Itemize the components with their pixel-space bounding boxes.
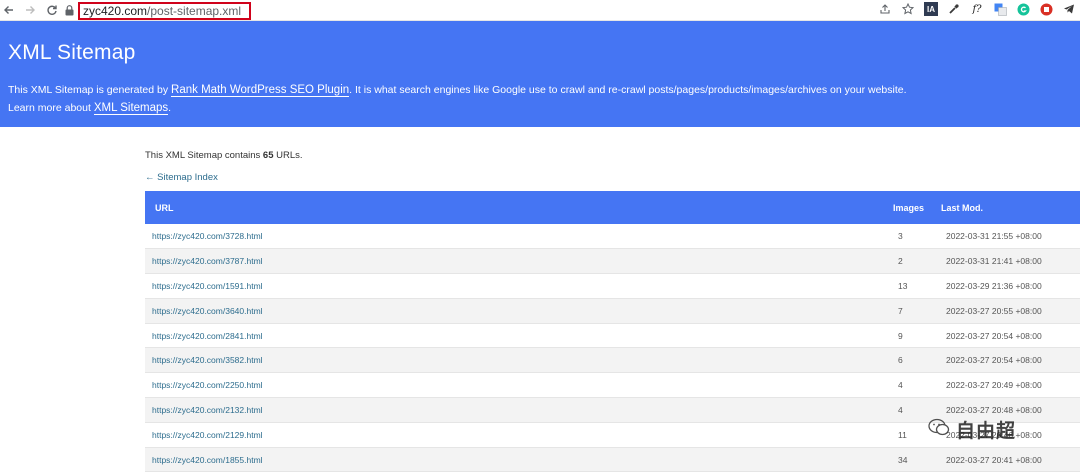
table-row: https://zyc420.com/3582.html 6 2022-03-2… <box>145 347 1080 374</box>
translate-icon[interactable] <box>993 2 1007 16</box>
table-row: https://zyc420.com/1591.html 13 2022-03-… <box>145 273 1080 299</box>
url-cell[interactable]: https://zyc420.com/3728.html <box>145 224 893 250</box>
table-row: https://zyc420.com/3787.html 2 2022-03-3… <box>145 248 1080 275</box>
extension-icons: IA f? <box>878 2 1076 16</box>
plugin-link[interactable]: Rank Math WordPress SEO Plugin <box>171 84 350 97</box>
xml-sitemaps-link[interactable]: XML Sitemaps <box>93 102 169 115</box>
images-cell: 2 <box>893 248 941 275</box>
images-cell: 6 <box>893 347 941 374</box>
url-cell[interactable]: https://zyc420.com/3787.html <box>145 248 893 275</box>
images-column-header: Images <box>893 202 925 213</box>
sitemap-content: This XML Sitemap contains 65 URLs. ← Sit… <box>145 127 1080 473</box>
lastmod-cell: 2022-03-27 20:54 +08:00 <box>941 323 1080 349</box>
back-arrow-icon[interactable] <box>0 1 18 19</box>
lastmod-cell: 2022-03-27 20:49 +08:00 <box>941 372 1080 399</box>
lastmod-cell: 2022-03-29 21:36 +08:00 <box>941 273 1080 299</box>
table-row: https://zyc420.com/1855.html 34 2022-03-… <box>145 447 1080 473</box>
eyedropper-icon[interactable] <box>947 2 961 16</box>
lastmod-cell: 2022-03-31 21:41 +08:00 <box>941 248 1080 275</box>
desc-suffix: . It is what search engines like Google … <box>349 84 907 96</box>
url-count-summary: This XML Sitemap contains 65 URLs. <box>145 150 1080 161</box>
images-cell: 9 <box>893 323 941 349</box>
table-row: https://zyc420.com/2841.html 9 2022-03-2… <box>145 323 1080 349</box>
share-icon[interactable] <box>878 2 892 16</box>
images-cell: 13 <box>893 273 941 299</box>
lock-icon[interactable] <box>64 5 74 17</box>
url-count: 65 <box>262 150 274 161</box>
watermark: 自由超 <box>928 416 1016 443</box>
lastmod-cell: 2022-03-27 20:41 +08:00 <box>941 447 1080 473</box>
images-cell: 3 <box>893 224 941 250</box>
lastmod-cell: 2022-03-27 20:55 +08:00 <box>941 298 1080 324</box>
grammarly-icon[interactable] <box>1016 2 1030 16</box>
lastmod-cell: 2022-03-27 20:54 +08:00 <box>941 347 1080 374</box>
table-row: https://zyc420.com/3640.html 7 2022-03-2… <box>145 298 1080 324</box>
forward-arrow-icon[interactable] <box>21 1 39 19</box>
address-bar[interactable]: zyc420.com/post-sitemap.xml <box>60 1 900 20</box>
url-cell[interactable]: https://zyc420.com/2129.html <box>145 422 893 448</box>
images-cell: 7 <box>893 298 941 324</box>
url-cell[interactable]: https://zyc420.com/2132.html <box>145 397 893 423</box>
other-icon[interactable] <box>1039 2 1053 16</box>
wechat-icon <box>928 417 950 442</box>
images-cell: 34 <box>893 447 941 473</box>
telegram-icon[interactable] <box>1062 2 1076 16</box>
url-text[interactable]: zyc420.com/post-sitemap.xml <box>78 1 252 20</box>
url-cell[interactable]: https://zyc420.com/1591.html <box>145 273 893 299</box>
learn-more-text: Learn more about XML Sitemaps. <box>8 99 1080 117</box>
table-header-row: URL Images Last Mod. <box>145 191 1080 224</box>
summary-prefix: This XML Sitemap contains <box>145 150 263 161</box>
sitemap-index-link[interactable]: ← Sitemap Index <box>145 172 1080 183</box>
header-description: This XML Sitemap is generated by Rank Ma… <box>8 81 1080 99</box>
url-path: /post-sitemap.xml <box>147 3 242 18</box>
lastmod-cell: 2022-03-31 21:55 +08:00 <box>941 224 1080 250</box>
url-cell[interactable]: https://zyc420.com/3582.html <box>145 347 893 374</box>
star-icon[interactable] <box>901 2 915 16</box>
page-title: XML Sitemap <box>8 41 136 64</box>
learn-prefix: Learn more about <box>8 102 94 114</box>
lastmod-column-header: Last Mod. <box>941 202 983 213</box>
formula-icon[interactable]: f? <box>970 2 984 16</box>
url-cell[interactable]: https://zyc420.com/1855.html <box>145 447 893 473</box>
url-cell[interactable]: https://zyc420.com/2841.html <box>145 323 893 349</box>
url-cell[interactable]: https://zyc420.com/3640.html <box>145 298 893 324</box>
ia-icon[interactable]: IA <box>924 2 938 16</box>
table-row: https://zyc420.com/2250.html 4 2022-03-2… <box>145 372 1080 399</box>
sitemap-header: XML Sitemap This XML Sitemap is generate… <box>0 21 1080 127</box>
summary-suffix: URLs. <box>273 150 303 161</box>
desc-prefix: This XML Sitemap is generated by <box>8 84 172 96</box>
watermark-text: 自由超 <box>956 421 1017 442</box>
browser-toolbar: zyc420.com/post-sitemap.xml IA f? <box>0 0 1080 21</box>
url-column-header: URL <box>155 202 174 213</box>
reload-icon[interactable] <box>43 1 61 19</box>
url-host: zyc420.com <box>83 3 148 18</box>
table-row: https://zyc420.com/3728.html 3 2022-03-3… <box>145 224 1080 250</box>
learn-suffix: . <box>168 102 172 114</box>
images-cell: 4 <box>893 372 941 399</box>
url-cell[interactable]: https://zyc420.com/2250.html <box>145 372 893 399</box>
